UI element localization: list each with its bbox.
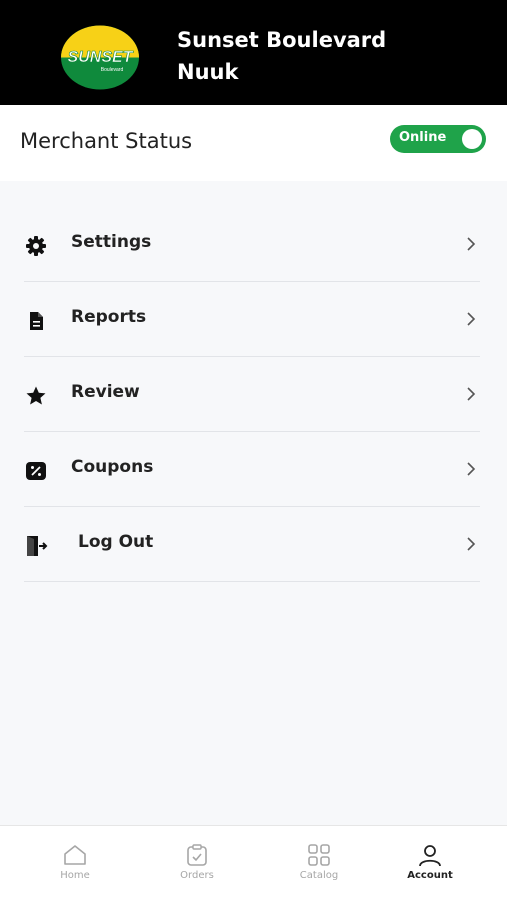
chevron-right-icon bbox=[467, 312, 476, 326]
menu-item-review[interactable]: Review bbox=[24, 357, 480, 432]
store-name: Sunset Boulevard Nuuk bbox=[177, 28, 387, 84]
chevron-right-icon bbox=[467, 237, 476, 251]
orders-icon bbox=[187, 844, 207, 866]
menu-item-coupons[interactable]: Coupons bbox=[24, 432, 480, 507]
toggle-knob bbox=[462, 129, 482, 149]
coupon-icon bbox=[26, 462, 46, 480]
document-icon bbox=[30, 312, 43, 330]
chevron-right-icon bbox=[467, 462, 476, 476]
tab-label: Home bbox=[60, 870, 90, 881]
menu-item-logout[interactable]: Log Out bbox=[24, 507, 480, 582]
gear-icon bbox=[26, 236, 46, 256]
app-header: SUNSET Boulevard Sunset Boulevard Nuuk bbox=[0, 0, 507, 105]
online-toggle[interactable]: Online bbox=[390, 125, 486, 153]
svg-text:Boulevard: Boulevard bbox=[101, 67, 124, 73]
bottom-tab-bar: Home Orders Catalog Account bbox=[0, 825, 507, 900]
menu-item-label: Reports bbox=[71, 307, 147, 327]
menu-item-reports[interactable]: Reports bbox=[24, 282, 480, 357]
chevron-right-icon bbox=[467, 537, 476, 551]
tab-label: Account bbox=[407, 870, 453, 881]
menu-item-label: Coupons bbox=[71, 457, 154, 477]
catalog-icon bbox=[308, 844, 330, 866]
tab-home[interactable]: Home bbox=[15, 826, 135, 900]
tab-label: Orders bbox=[180, 870, 214, 881]
menu-item-label: Review bbox=[71, 382, 140, 402]
store-logo: SUNSET Boulevard bbox=[61, 25, 139, 90]
chevron-right-icon bbox=[467, 387, 476, 401]
account-menu: Settings Reports Review Coupons Log Out bbox=[0, 207, 507, 582]
star-icon bbox=[26, 386, 46, 405]
home-icon bbox=[64, 845, 86, 865]
menu-item-label: Settings bbox=[71, 232, 152, 252]
tab-orders[interactable]: Orders bbox=[137, 826, 257, 900]
tab-account[interactable]: Account bbox=[370, 826, 490, 900]
menu-item-label: Log Out bbox=[78, 532, 154, 552]
tab-catalog[interactable]: Catalog bbox=[259, 826, 379, 900]
tab-label: Catalog bbox=[299, 870, 339, 881]
account-icon bbox=[419, 845, 441, 867]
toggle-label: Online bbox=[399, 130, 447, 145]
svg-text:SUNSET: SUNSET bbox=[68, 49, 134, 66]
menu-item-settings[interactable]: Settings bbox=[24, 207, 480, 282]
logout-icon bbox=[27, 536, 48, 556]
merchant-status-label: Merchant Status bbox=[20, 129, 193, 153]
